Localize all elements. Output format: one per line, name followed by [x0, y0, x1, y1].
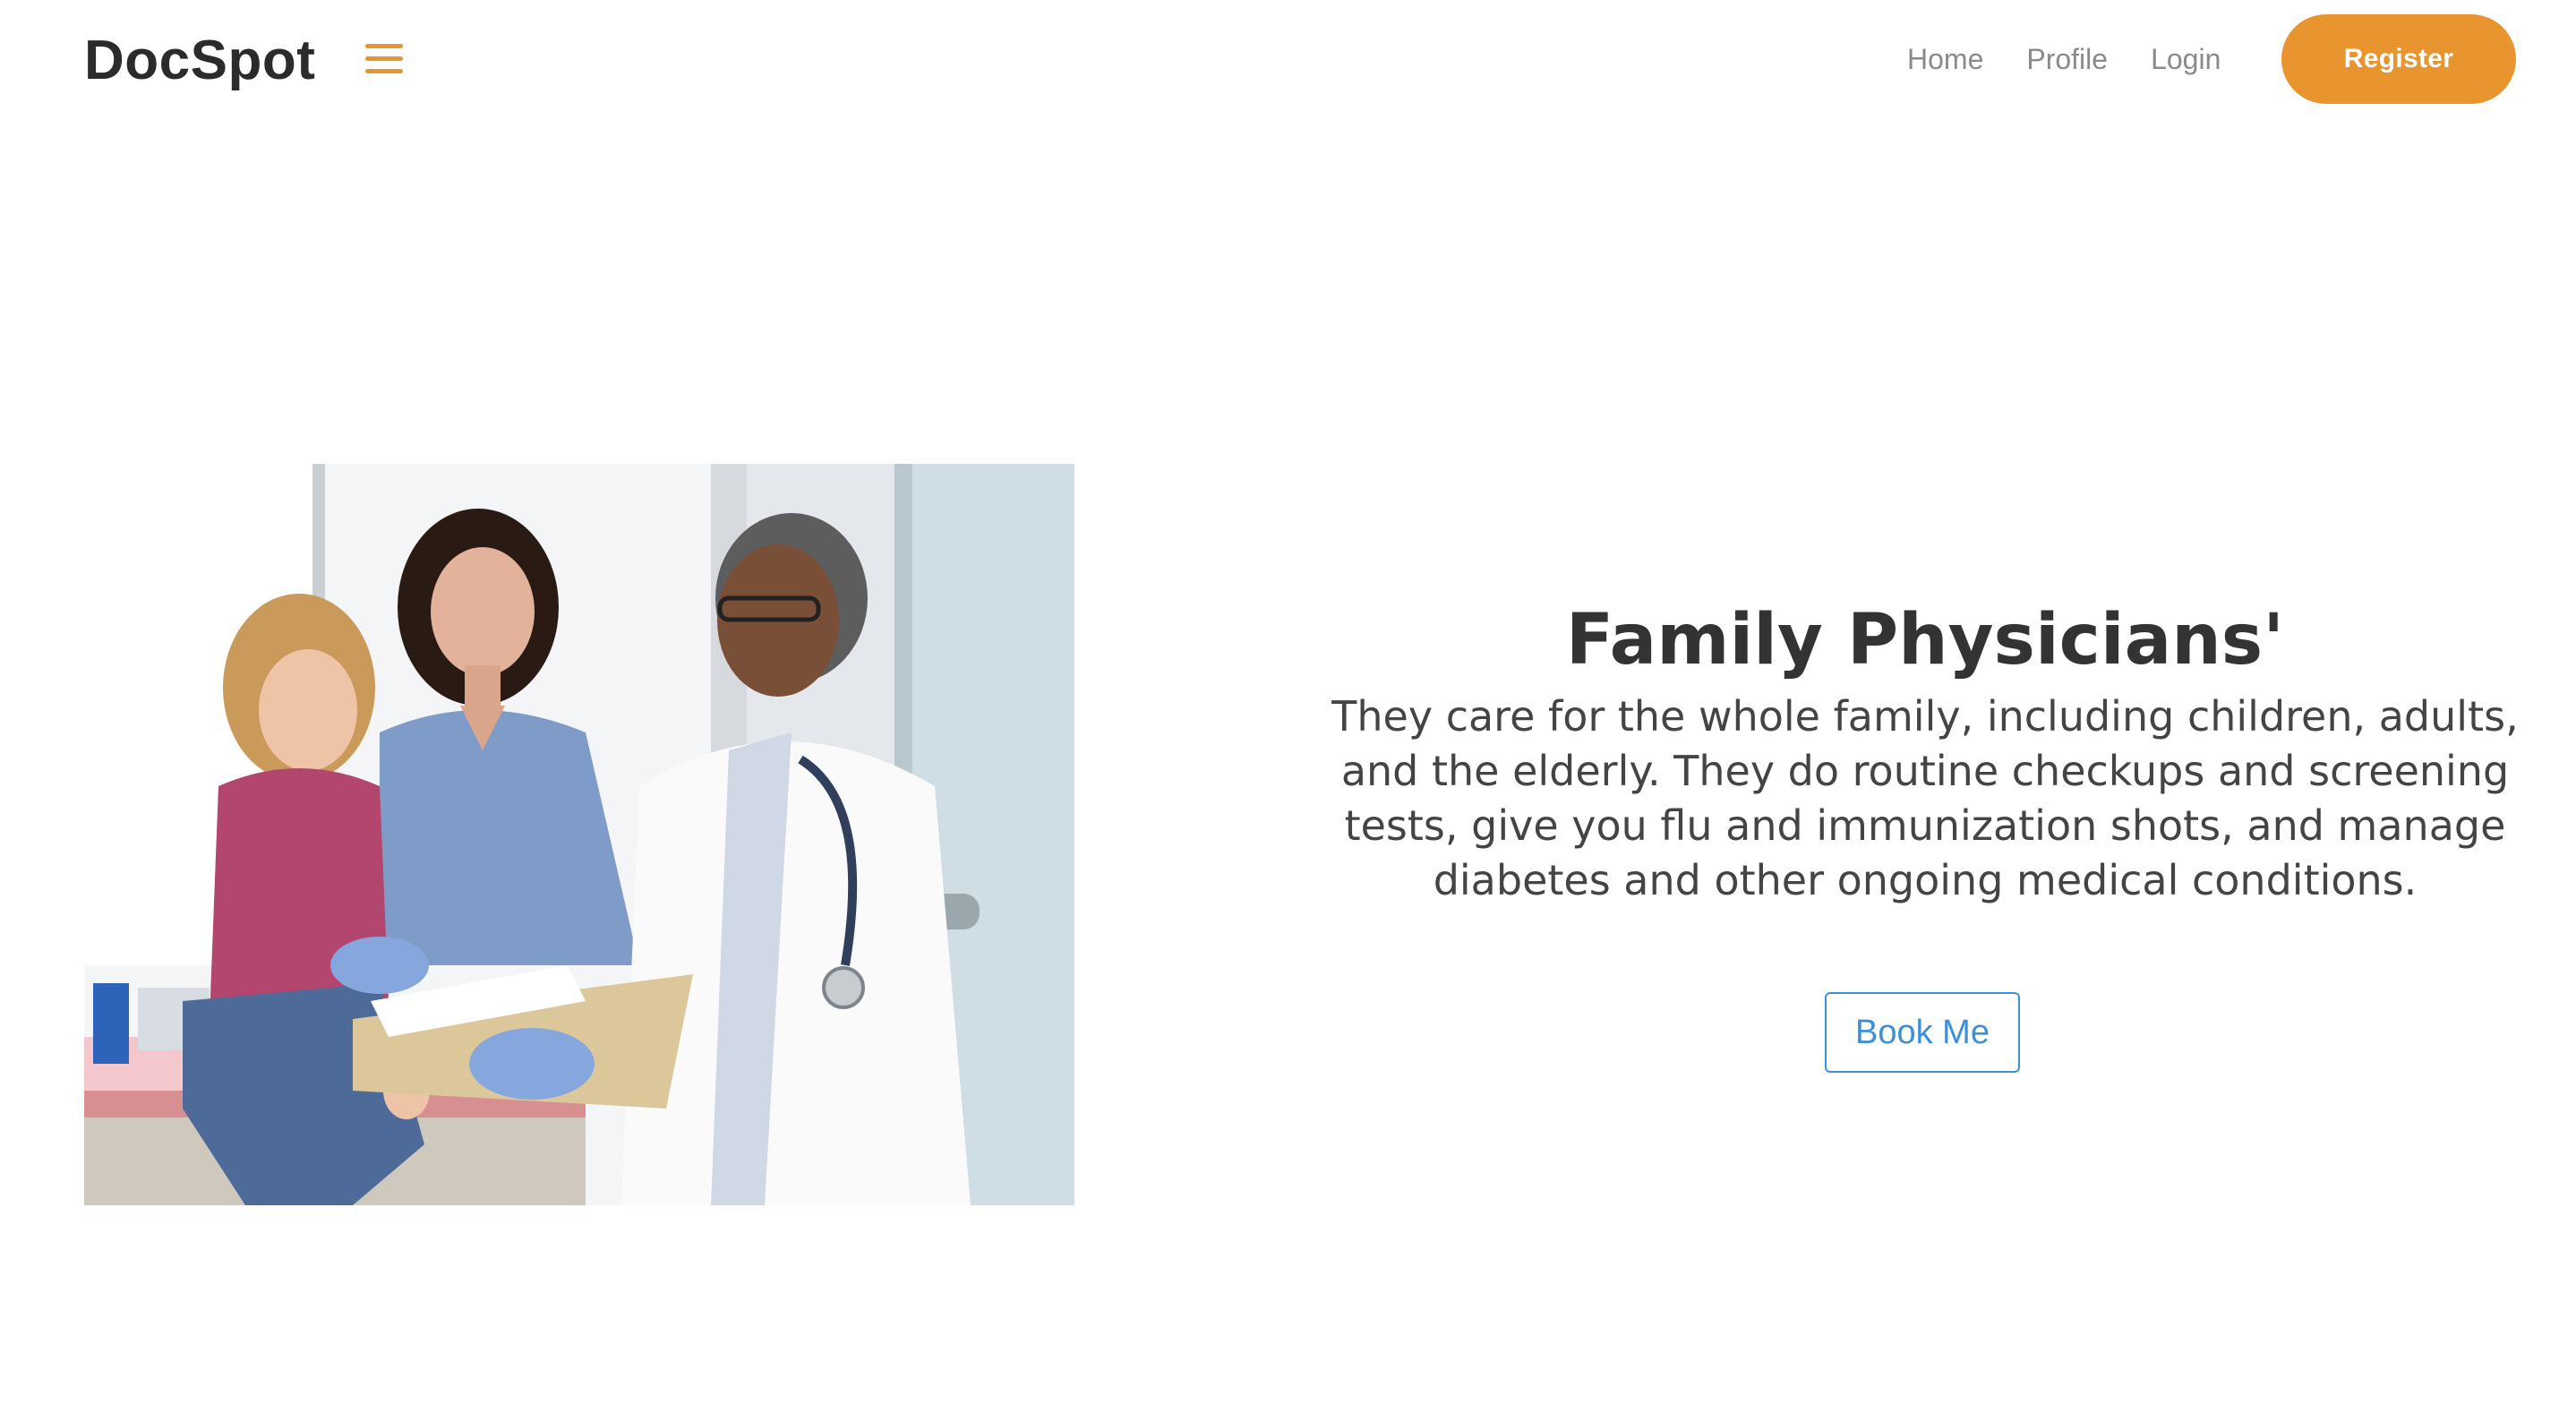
register-button[interactable]: Register — [2281, 14, 2516, 104]
menu-icon-bar — [365, 44, 403, 48]
brand-logo[interactable]: DocSpot — [84, 25, 315, 97]
page: DocSpot Home Profile Login Register Fami… — [0, 0, 2576, 1413]
nav-links: Home Profile Login — [1907, 39, 2264, 79]
book-me-button[interactable]: Book Me — [1825, 992, 2020, 1073]
menu-icon[interactable] — [365, 40, 405, 76]
hero-description: They care for the whole family, includin… — [1331, 692, 2519, 904]
hero-text: Family Physicians' They care for the who… — [1325, 591, 2525, 908]
hero-image — [84, 464, 1074, 1205]
nav-link-profile[interactable]: Profile — [2026, 39, 2108, 79]
navbar: DocSpot Home Profile Login Register — [0, 0, 2576, 121]
hero-title: Family Physicians' — [1565, 600, 2285, 681]
nav-link-home[interactable]: Home — [1907, 39, 1983, 79]
doctor-family-illustration — [84, 464, 1074, 1205]
menu-icon-bar — [365, 69, 403, 73]
nav-link-login[interactable]: Login — [2151, 39, 2221, 79]
menu-icon-bar — [365, 56, 403, 61]
